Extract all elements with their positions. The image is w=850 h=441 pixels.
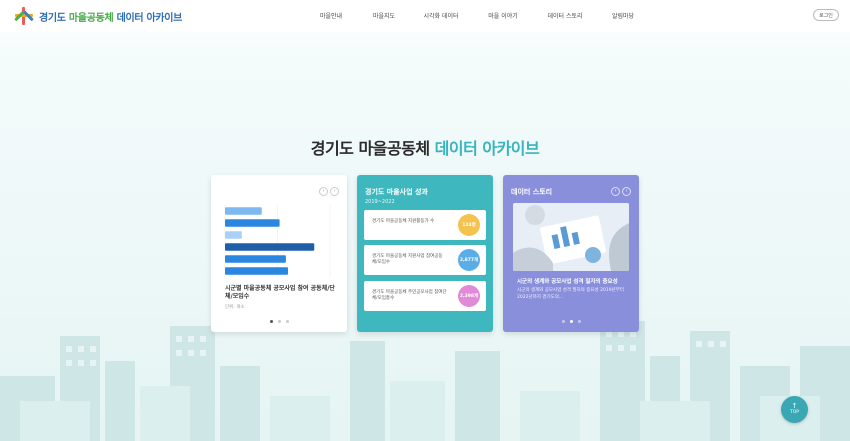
slide-dot[interactable]: [269, 320, 273, 323]
slide-dot[interactable]: [569, 320, 573, 323]
slide-dot[interactable]: [285, 320, 289, 323]
bar-chart: [224, 205, 331, 277]
performance-card[interactable]: 경기도 마을사업 성과 2019~2022 경기도 마을공동체 지원활동가 수 …: [357, 175, 493, 332]
nav-item-village-story[interactable]: 마을 이야기: [488, 11, 518, 20]
arrow-up-icon: ↑: [791, 402, 798, 410]
page-title-accent: 데이터 아카이브: [434, 139, 540, 158]
stat-value-badge: 124명: [458, 214, 480, 236]
main-nav: 마을안내 마을지도 시각화 데이터 마을 이야기 데이터 스토리 알림마당: [0, 11, 850, 23]
slide-dot[interactable]: [561, 320, 565, 323]
chart-prev-button[interactable]: ‹: [319, 187, 328, 196]
chart-card-title: 시군별 마을공동체 공모사업 참여 공동체/단체/모임수: [225, 285, 335, 300]
chart-card-unit: 단위: 개소: [225, 305, 245, 310]
chart-card-pager: ‹ ›: [319, 187, 341, 196]
login-button[interactable]: 로그인: [813, 9, 839, 21]
page-title: 경기도 마을공동체 데이터 아카이브: [0, 135, 850, 159]
data-story-card-title: 데이터 스토리: [511, 188, 553, 196]
nav-item-notice[interactable]: 알림마당: [612, 11, 634, 20]
stat-label: 경기도 마을공동체 지원사업 참여공동체/모임수: [372, 254, 443, 265]
story-title: 시군의 생계와 공모사업 성격 필자의 중요성: [517, 279, 618, 285]
nav-item-data-story[interactable]: 데이터 스토리: [547, 11, 582, 20]
story-photo[interactable]: [513, 203, 629, 271]
data-story-card[interactable]: 데이터 스토리 ‹ › 시군의 생계와 공모사업 성격 필자의 중요성 시군의 …: [503, 175, 639, 332]
performance-card-title: 경기도 마을사업 성과: [365, 188, 428, 196]
chart-bar: [225, 231, 242, 239]
scroll-top-label: TOP: [789, 410, 799, 415]
story-card-pager: ‹ ›: [611, 187, 633, 196]
stat-label: 경기도 마을공동체 지원활동가 수: [372, 219, 435, 224]
story-photo-illustration: [513, 203, 629, 271]
site-header: 경기도 마을공동체 데이터 아카이브 마을안내 마을지도 시각화 데이터 마을 …: [0, 0, 850, 32]
stat-label: 경기도 마을공동체 주민공모사업 참여단체/모임총수: [372, 290, 447, 301]
stat-item-groups[interactable]: 경기도 마을공동체 주민공모사업 참여단체/모임총수 2,398개: [364, 281, 486, 311]
slide-dot[interactable]: [277, 320, 281, 323]
story-card-dots: [503, 320, 639, 323]
slide-dot[interactable]: [577, 320, 581, 323]
story-next-button[interactable]: ›: [622, 187, 631, 196]
performance-card-period: 2019~2022: [365, 199, 395, 205]
stat-item-activists[interactable]: 경기도 마을공동체 지원활동가 수 124명: [364, 210, 486, 240]
chart-card-dots: [211, 320, 347, 323]
chart-next-button[interactable]: ›: [330, 187, 339, 196]
stat-value-badge: 2,877개: [458, 249, 480, 271]
chart-bar: [225, 243, 315, 251]
chart-bar: [225, 267, 288, 275]
stat-value-badge: 2,398개: [458, 285, 480, 307]
city-skyline-illustration: [0, 321, 850, 441]
scroll-top-button[interactable]: ↑ TOP: [781, 396, 808, 423]
chart-bar: [225, 219, 280, 227]
chart-card[interactable]: ‹ › 시군별 마을공동체 공모사업 참여 공동체/단체/모임수 단위: 개소: [211, 175, 347, 332]
story-description: 시군의 생계와 공모사업 성격 필자의 중요성 2019년부터 2022년까지 …: [517, 288, 624, 300]
nav-item-visual-data[interactable]: 시각화 데이터: [423, 11, 458, 20]
stat-item-communities[interactable]: 경기도 마을공동체 지원사업 참여공동체/모임수 2,877개: [364, 245, 486, 275]
chart-bar: [225, 255, 286, 263]
story-prev-button[interactable]: ‹: [611, 187, 620, 196]
nav-item-village-map[interactable]: 마을지도: [373, 11, 395, 20]
chart-bar: [225, 207, 262, 215]
nav-item-village-guide[interactable]: 마을안내: [320, 11, 342, 20]
page-title-main: 경기도 마을공동체: [310, 139, 430, 158]
